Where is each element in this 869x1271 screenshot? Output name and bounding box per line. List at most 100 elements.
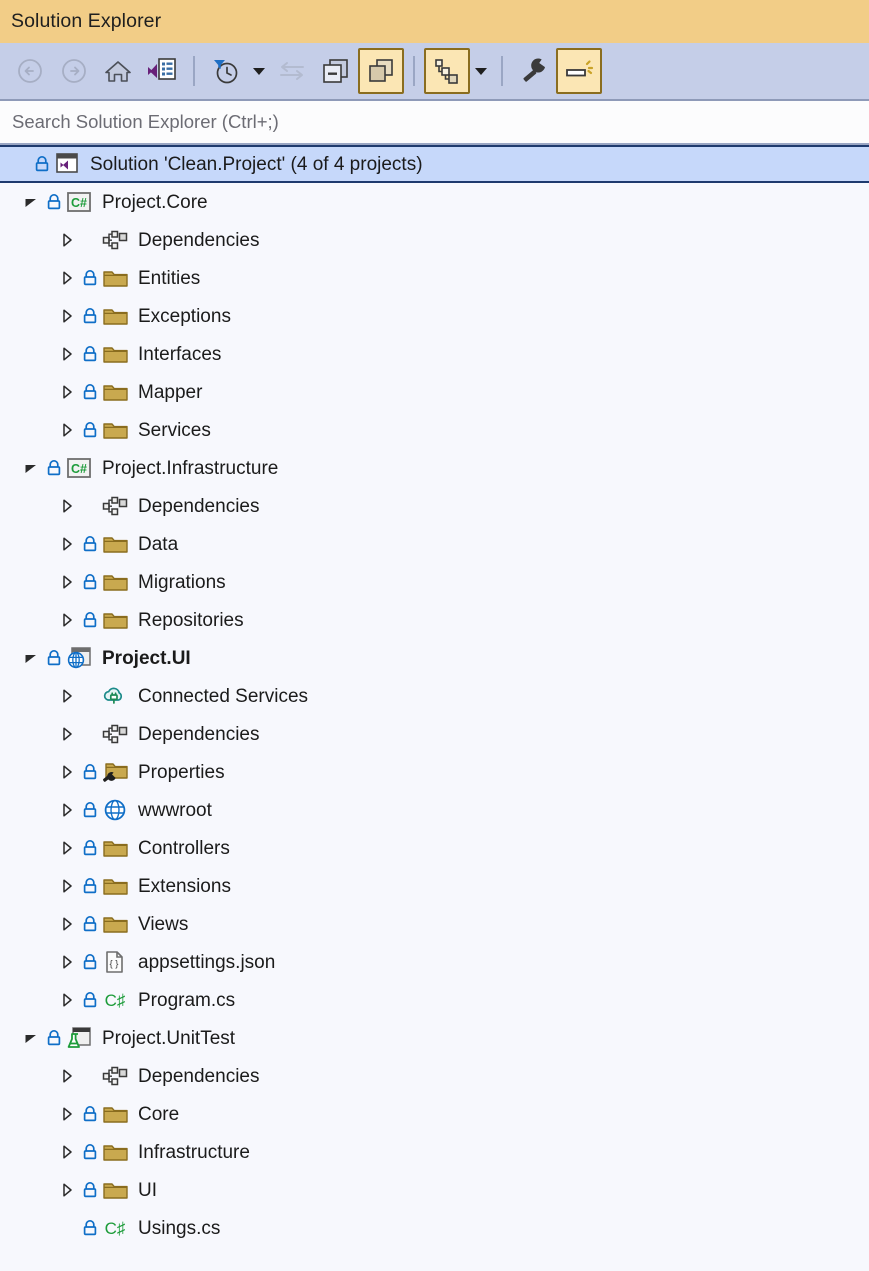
tree-row[interactable]: Entities [0, 259, 869, 297]
lock-icon [80, 915, 100, 933]
chevron-right-icon[interactable] [54, 829, 80, 867]
web-project-icon [64, 646, 94, 670]
folder-icon [100, 1103, 130, 1125]
expander-placeholder [54, 1209, 80, 1247]
tree-row-label: Dependencies [138, 1065, 260, 1087]
tree-row-label: Migrations [138, 571, 226, 593]
solution-tree[interactable]: Solution 'Clean.Project' (4 of 4 project… [0, 145, 869, 1271]
tree-row[interactable]: Infrastructure [0, 1133, 869, 1171]
code-view-button[interactable] [140, 49, 184, 93]
svg-text:C#: C# [71, 196, 87, 210]
tree-row[interactable]: Project.UnitTest [0, 1019, 869, 1057]
tree-row-label: Entities [138, 267, 201, 289]
sync-with-editor-button[interactable] [270, 49, 314, 93]
preview-selected-items-button[interactable] [556, 48, 602, 94]
folder-icon [100, 343, 130, 365]
solution-icon [52, 152, 82, 176]
chevron-right-icon[interactable] [54, 791, 80, 829]
lock-icon [44, 459, 64, 477]
forward-button[interactable] [52, 49, 96, 93]
tree-row[interactable]: Mapper [0, 373, 869, 411]
pending-changes-dropdown-arrow[interactable] [248, 49, 270, 93]
tree-row[interactable]: C# Project.Infrastructure [0, 449, 869, 487]
chevron-down-icon[interactable] [18, 1019, 44, 1057]
tree-row[interactable]: Dependencies [0, 1057, 869, 1095]
chevron-right-icon[interactable] [54, 563, 80, 601]
search-input[interactable] [10, 110, 835, 134]
chevron-right-icon[interactable] [54, 259, 80, 297]
tree-row[interactable]: Core [0, 1095, 869, 1133]
tree-row[interactable]: Views [0, 905, 869, 943]
tree-row[interactable]: Solution 'Clean.Project' (4 of 4 project… [0, 145, 869, 183]
tree-row-label: Views [138, 913, 189, 935]
chevron-right-icon[interactable] [54, 601, 80, 639]
tree-row-label: Interfaces [138, 343, 222, 365]
lock-icon [80, 611, 100, 629]
lock-icon [80, 953, 100, 971]
folder-icon [100, 1179, 130, 1201]
home-button[interactable] [96, 49, 140, 93]
csharp-file-icon: C♯ [100, 1217, 130, 1239]
tree-row[interactable]: Controllers [0, 829, 869, 867]
tree-row[interactable]: Connected Services [0, 677, 869, 715]
tree-row[interactable]: C# Project.Core [0, 183, 869, 221]
tree-row[interactable]: C♯ Program.cs [0, 981, 869, 1019]
tree-row[interactable]: Project.UI [0, 639, 869, 677]
tree-row[interactable]: Properties [0, 753, 869, 791]
tree-row[interactable]: UI [0, 1171, 869, 1209]
back-button[interactable] [8, 49, 52, 93]
tree-row[interactable]: Services [0, 411, 869, 449]
dependencies-icon [100, 723, 130, 745]
tree-row[interactable]: Exceptions [0, 297, 869, 335]
class-diagram-dropdown-arrow[interactable] [470, 49, 492, 93]
chevron-right-icon[interactable] [54, 487, 80, 525]
svg-text:C♯: C♯ [105, 1219, 126, 1238]
tree-row[interactable]: { } appsettings.json [0, 943, 869, 981]
tree-row-label: Controllers [138, 837, 230, 859]
search-bar[interactable] [0, 101, 869, 145]
tree-row[interactable]: Repositories [0, 601, 869, 639]
properties-button[interactable] [512, 49, 556, 93]
chevron-down-icon[interactable] [18, 639, 44, 677]
tree-row[interactable]: Dependencies [0, 715, 869, 753]
tree-row[interactable]: C♯ Usings.cs [0, 1209, 869, 1247]
chevron-right-icon[interactable] [54, 221, 80, 259]
view-class-diagram-button[interactable] [424, 48, 470, 94]
collapse-all-button[interactable] [314, 49, 358, 93]
tree-row-label: Project.Infrastructure [102, 457, 279, 479]
pending-changes-filter-button[interactable] [204, 49, 248, 93]
folder-icon [100, 837, 130, 859]
tree-row[interactable]: Dependencies [0, 487, 869, 525]
tree-row[interactable]: Interfaces [0, 335, 869, 373]
chevron-right-icon[interactable] [54, 905, 80, 943]
chevron-right-icon[interactable] [54, 867, 80, 905]
chevron-right-icon[interactable] [54, 1057, 80, 1095]
chevron-right-icon[interactable] [54, 335, 80, 373]
chevron-right-icon[interactable] [54, 981, 80, 1019]
show-all-files-button[interactable] [358, 48, 404, 94]
tree-row-label: Usings.cs [138, 1217, 221, 1239]
tree-row[interactable]: Dependencies [0, 221, 869, 259]
tree-row[interactable]: Migrations [0, 563, 869, 601]
tree-row[interactable]: Data [0, 525, 869, 563]
chevron-right-icon[interactable] [54, 1133, 80, 1171]
csharp-file-icon: C♯ [100, 989, 130, 1011]
lock-icon [44, 193, 64, 211]
chevron-right-icon[interactable] [54, 677, 80, 715]
dependencies-icon [100, 495, 130, 517]
chevron-right-icon[interactable] [54, 373, 80, 411]
chevron-right-icon[interactable] [54, 525, 80, 563]
chevron-right-icon[interactable] [54, 1095, 80, 1133]
chevron-right-icon[interactable] [54, 297, 80, 335]
chevron-right-icon[interactable] [54, 411, 80, 449]
tree-row[interactable]: Extensions [0, 867, 869, 905]
chevron-down-icon[interactable] [18, 183, 44, 221]
chevron-down-icon[interactable] [18, 449, 44, 487]
chevron-right-icon[interactable] [54, 1171, 80, 1209]
folder-icon [100, 419, 130, 441]
tree-row-label: Dependencies [138, 723, 260, 745]
chevron-right-icon[interactable] [54, 753, 80, 791]
chevron-right-icon[interactable] [54, 715, 80, 753]
tree-row[interactable]: wwwroot [0, 791, 869, 829]
chevron-right-icon[interactable] [54, 943, 80, 981]
